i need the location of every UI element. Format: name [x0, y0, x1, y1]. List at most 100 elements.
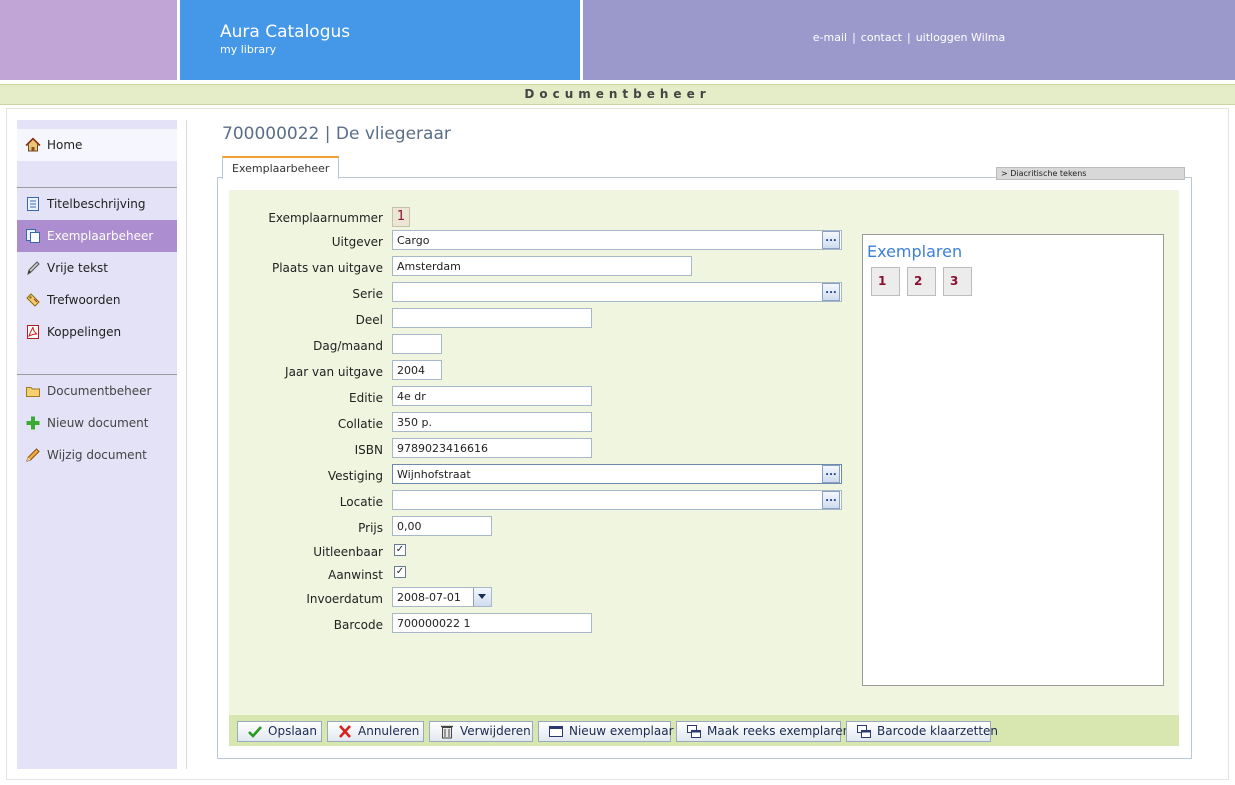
tag-icon: [26, 293, 40, 307]
delete-button[interactable]: Verwijderen: [429, 721, 533, 742]
jaar-value: 2004: [397, 364, 425, 377]
vestiging-field[interactable]: Wijnhofstraat: [392, 464, 842, 484]
logout-link[interactable]: uitloggen Wilma: [916, 31, 1006, 44]
folder-icon: [26, 387, 40, 397]
deel-field[interactable]: [392, 308, 592, 328]
sidebar-separator: [186, 120, 187, 769]
serie-lookup-button[interactable]: ...: [822, 283, 840, 301]
barcode-ready-button[interactable]: Barcode klaarzetten: [846, 721, 998, 742]
copies-icon: [26, 229, 40, 243]
contact-link[interactable]: contact: [861, 31, 902, 44]
label-uitleenbaar: Uitleenbaar: [313, 545, 383, 559]
collatie-field[interactable]: 350 p.: [392, 412, 592, 432]
aanwinst-checkbox[interactable]: ✓: [394, 566, 406, 578]
label-dagmaand: Dag/maand: [313, 339, 383, 353]
isbn-value: 9789023416616: [397, 442, 488, 455]
locatie-lookup-button[interactable]: ...: [822, 491, 840, 509]
dagmaand-field[interactable]: [392, 334, 442, 354]
barcode-value: 700000022 1: [397, 617, 471, 630]
exemplaar-button[interactable]: 2: [907, 267, 936, 296]
pen-icon: [27, 261, 40, 276]
label-invoerdatum: Invoerdatum: [306, 592, 383, 606]
separator: |: [852, 31, 856, 44]
uitgever-value: Cargo: [397, 234, 430, 247]
uitleenbaar-checkbox[interactable]: ✓: [394, 544, 406, 556]
save-button[interactable]: Opslaan: [237, 721, 322, 742]
windows-stack-icon: [857, 725, 871, 738]
exemplaar-button[interactable]: 3: [943, 267, 972, 296]
sidebar-item-label: Wijzig document: [47, 448, 147, 462]
uitgever-field[interactable]: Cargo: [392, 230, 842, 250]
barcode-field[interactable]: 700000022 1: [392, 613, 592, 633]
editie-value: 4e dr: [397, 390, 426, 403]
page-title: 700000022 | De vliegeraar: [222, 124, 451, 144]
pencil-icon: [26, 448, 40, 462]
exemplaarnummer-value: 1: [392, 207, 410, 227]
checkmark-icon: [248, 726, 262, 738]
vestiging-value: Wijnhofstraat: [397, 468, 471, 481]
label-isbn: ISBN: [354, 443, 383, 457]
editie-field[interactable]: 4e dr: [392, 386, 592, 406]
home-icon: [25, 137, 41, 152]
invoerdatum-dropdown-button[interactable]: [473, 588, 491, 606]
diacritics-toggle[interactable]: > Diacritische tekens: [996, 167, 1185, 180]
vestiging-lookup-button[interactable]: ...: [822, 465, 840, 483]
series-copies-button[interactable]: Maak reeks exemplaren: [676, 721, 850, 742]
separator: |: [906, 31, 911, 44]
label-prijs: Prijs: [358, 521, 383, 535]
save-button-label: Opslaan: [268, 724, 317, 738]
header-left-block: [0, 0, 177, 80]
prijs-field[interactable]: 0,00: [392, 516, 492, 536]
sidebar-item-label: Koppelingen: [47, 325, 122, 339]
serie-field[interactable]: [392, 282, 842, 302]
uitgever-lookup-button[interactable]: ...: [822, 231, 840, 249]
sidebar-item-trefwoorden[interactable]: Trefwoorden: [17, 284, 177, 316]
label-vestiging: Vestiging: [327, 469, 383, 483]
exemplaar-button[interactable]: 1: [871, 267, 900, 296]
sidebar-item-vrije-tekst[interactable]: Vrije tekst: [17, 252, 177, 284]
sidebar-item-nieuw-document[interactable]: Nieuw document: [17, 407, 177, 439]
label-uitgever: Uitgever: [331, 235, 383, 249]
trash-icon: [441, 725, 453, 739]
cancel-button[interactable]: Annuleren: [327, 721, 424, 742]
sidebar-item-exemplaarbeheer[interactable]: Exemplaarbeheer: [17, 220, 177, 252]
isbn-field[interactable]: 9789023416616: [392, 438, 592, 458]
exemplaren-title: Exemplaren: [867, 242, 963, 261]
new-copy-button[interactable]: Nieuw exemplaar: [538, 721, 674, 742]
email-link[interactable]: e-mail: [813, 31, 847, 44]
locatie-field[interactable]: [392, 490, 842, 510]
label-deel: Deel: [355, 313, 383, 327]
window-icon: [549, 726, 563, 737]
pdf-icon: [27, 325, 39, 339]
plaats-value: Amsterdam: [397, 260, 461, 273]
sidebar-item-label: Documentbeheer: [47, 384, 152, 398]
close-icon: [339, 725, 351, 738]
sidebar-item-label: Nieuw document: [47, 416, 149, 430]
jaar-field[interactable]: 2004: [392, 360, 442, 380]
label-barcode: Barcode: [333, 618, 383, 632]
series-copies-button-label: Maak reeks exemplaren: [707, 724, 851, 738]
header-links: e-mail | contact | uitloggen Wilma: [583, 31, 1235, 44]
sidebar-item-titelbeschrijving[interactable]: Titelbeschrijving: [17, 188, 177, 220]
plus-icon: [26, 416, 40, 430]
sidebar-item-label: Exemplaarbeheer: [47, 229, 154, 243]
sidebar-item-documentbeheer[interactable]: Documentbeheer: [17, 375, 177, 407]
chevron-down-icon: [478, 594, 486, 599]
exemplaren-panel: [862, 234, 1164, 686]
sidebar-item-label: Trefwoorden: [47, 293, 121, 307]
plaats-field[interactable]: Amsterdam: [392, 256, 692, 276]
tab-exemplaarbeheer[interactable]: Exemplaarbeheer: [222, 156, 340, 179]
sidebar-item-home[interactable]: Home: [17, 129, 177, 161]
new-copy-button-label: Nieuw exemplaar: [569, 724, 674, 738]
sidebar-item-label: Home: [47, 138, 83, 152]
label-editie: Editie: [349, 391, 383, 405]
label-exemplaarnummer: Exemplaarnummer: [268, 211, 383, 225]
sidebar-item-label: Vrije tekst: [47, 261, 109, 275]
sidebar-item-wijzig-document[interactable]: Wijzig document: [17, 439, 177, 471]
delete-button-label: Verwijderen: [460, 724, 531, 738]
invoerdatum-value: 2008-07-01: [397, 591, 461, 604]
sidebar-item-koppelingen[interactable]: Koppelingen: [17, 316, 177, 348]
label-locatie: Locatie: [339, 495, 383, 509]
app-title: Aura Catalogus: [220, 22, 351, 42]
app-subtitle: my library: [220, 43, 277, 56]
